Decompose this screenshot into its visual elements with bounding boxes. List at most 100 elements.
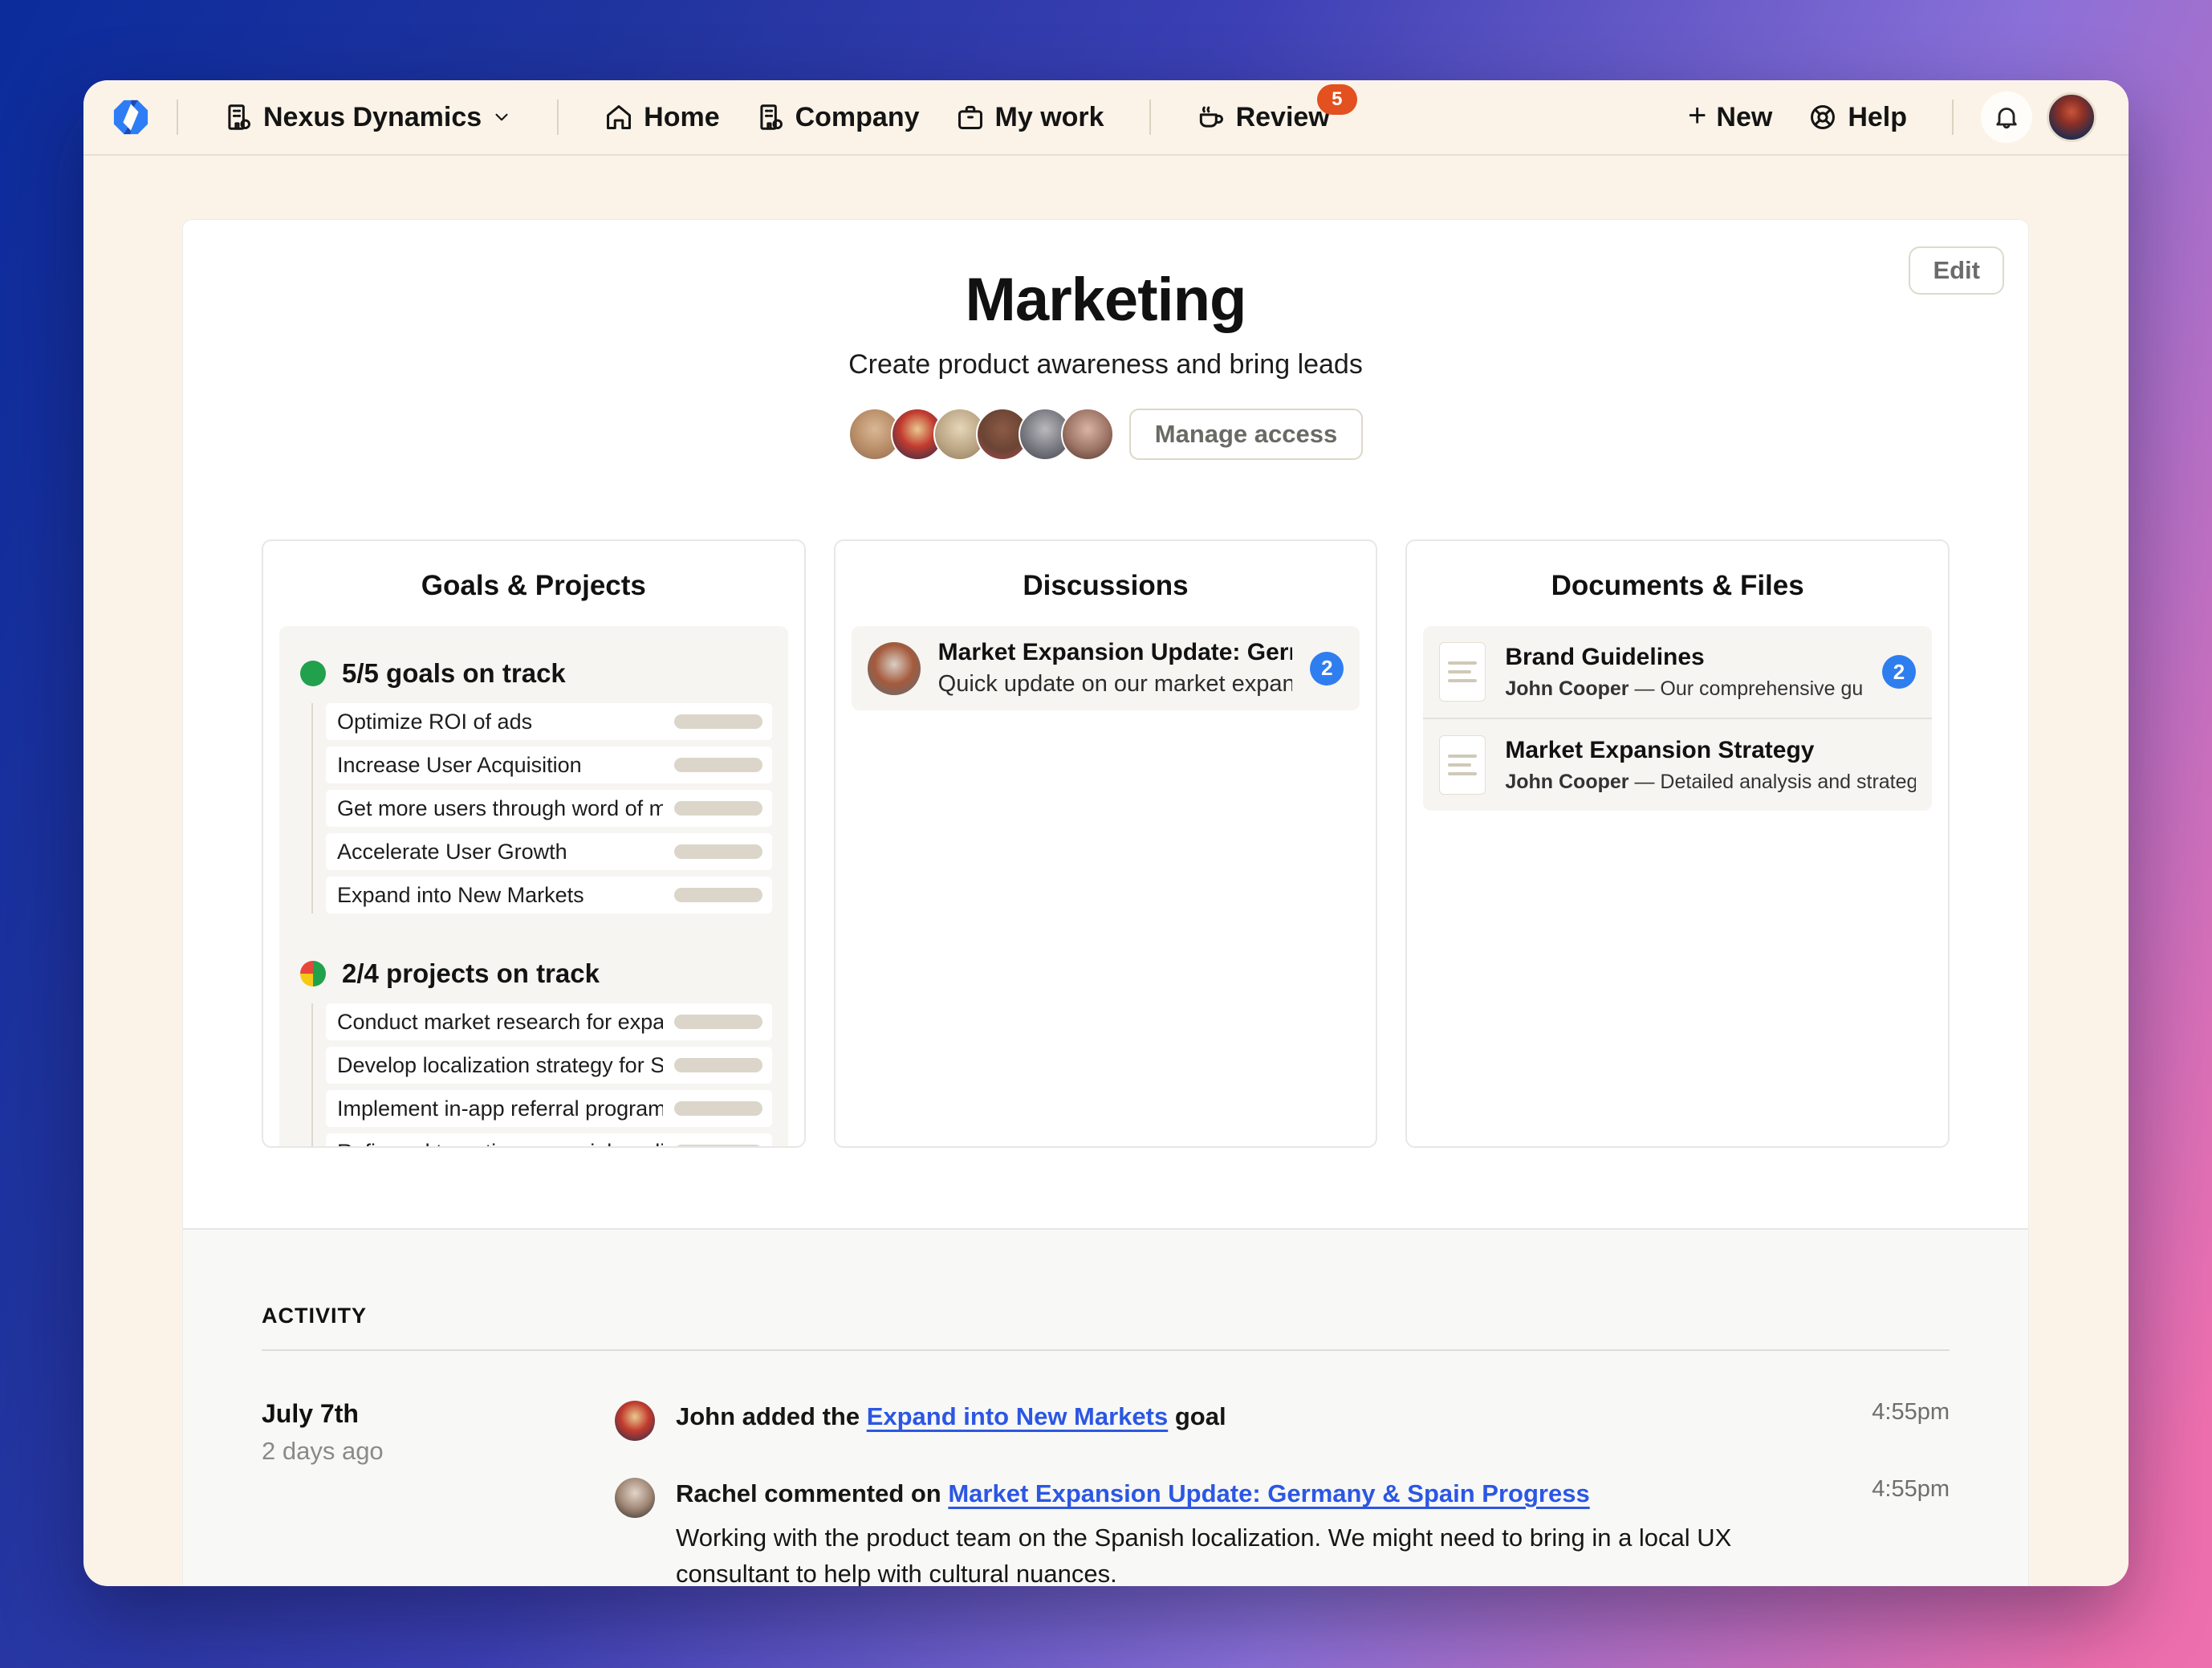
- activity-grid: July 7th 2 days ago John added the Expan…: [262, 1399, 1950, 1586]
- document-title: Brand Guidelines: [1505, 644, 1863, 671]
- section-gap: [295, 913, 772, 947]
- goals-projects-panel[interactable]: Goals & Projects 5/5 goals on track Opti…: [262, 539, 806, 1148]
- chevron-down-icon: [491, 107, 512, 128]
- nav-divider: [1149, 100, 1151, 135]
- project-row[interactable]: Develop localization strategy for Span..…: [326, 1047, 772, 1084]
- document-subtitle: John Cooper — Our comprehensive guide to…: [1505, 677, 1863, 701]
- activity-divider: [262, 1349, 1950, 1351]
- documents-panel[interactable]: Documents & Files Brand Guidelines John …: [1405, 539, 1950, 1148]
- activity-section: ACTIVITY July 7th 2 days ago John added …: [183, 1228, 2028, 1586]
- goal-label: Optimize ROI of ads: [337, 710, 532, 734]
- notifications-button[interactable]: [1981, 92, 2032, 143]
- activity-date: July 7th: [262, 1399, 615, 1429]
- activity-rows: John added the Expand into New Markets g…: [615, 1399, 1950, 1586]
- new-button[interactable]: + New: [1688, 102, 1772, 133]
- goal-row[interactable]: Expand into New Markets: [326, 877, 772, 913]
- building-icon: [223, 102, 254, 132]
- lifebuoy-icon: [1807, 102, 1838, 132]
- discussion-body: Market Expansion Update: Germany & ... Q…: [938, 639, 1293, 698]
- activity-actor-avatar[interactable]: [615, 1401, 655, 1441]
- projects-list: Conduct market research for expansi... D…: [311, 1003, 772, 1148]
- activity-action-prefix: Rachel commented on: [676, 1479, 948, 1507]
- page-subtitle: Create product awareness and bring leads: [848, 349, 1363, 380]
- goal-label: Accelerate User Growth: [337, 840, 567, 865]
- goal-row[interactable]: Get more users through word of mouth: [326, 790, 772, 827]
- company-icon: [755, 102, 786, 132]
- user-avatar[interactable]: [2047, 92, 2096, 142]
- nav-divider: [557, 100, 559, 135]
- project-card: Edit Marketing Create product awareness …: [182, 219, 2029, 1586]
- activity-text: Rachel commented on Market Expansion Upd…: [676, 1476, 1827, 1586]
- page-content: Edit Marketing Create product awareness …: [83, 156, 2129, 1586]
- goal-row[interactable]: Optimize ROI of ads: [326, 703, 772, 740]
- project-hero: Marketing Create product awareness and b…: [183, 220, 2028, 461]
- new-button-label: New: [1716, 102, 1772, 133]
- review-count-badge: 5: [1317, 84, 1357, 115]
- app-logo-icon[interactable]: [112, 99, 149, 136]
- home-icon: [604, 102, 634, 132]
- activity-actor-avatar[interactable]: [615, 1478, 655, 1518]
- activity-date-relative: 2 days ago: [262, 1437, 615, 1466]
- help-button[interactable]: Help: [1807, 102, 1907, 133]
- comment-count-badge: 2: [1310, 652, 1344, 686]
- activity-time: 4:55pm: [1872, 1476, 1950, 1586]
- comment-count-badge: 2: [1882, 655, 1916, 689]
- activity-goal-link[interactable]: Expand into New Markets: [867, 1402, 1169, 1430]
- document-icon: [1439, 735, 1486, 795]
- project-label: Refine ad targeting on social media pl..…: [337, 1140, 663, 1149]
- discussion-item-subtitle: Quick update on our market expansion ...: [938, 671, 1293, 698]
- nav-item-my-work[interactable]: My work: [955, 102, 1104, 133]
- nav-divider: [1952, 100, 1954, 135]
- discussion-item-title: Market Expansion Update: Germany & ...: [938, 639, 1293, 666]
- pie-status-icon: [300, 961, 326, 987]
- edit-button[interactable]: Edit: [1909, 246, 2004, 295]
- discussions-panel[interactable]: Discussions Market Expansion Update: Ger…: [834, 539, 1378, 1148]
- members-row: Manage access: [848, 408, 1363, 461]
- tool-columns: Goals & Projects 5/5 goals on track Opti…: [183, 539, 2028, 1148]
- green-status-dot-icon: [300, 661, 326, 686]
- goal-label: Increase User Acquisition: [337, 753, 582, 778]
- workspace-switcher[interactable]: Nexus Dynamics: [223, 102, 512, 133]
- progress-bar: [674, 888, 762, 902]
- documents-title: Documents & Files: [1423, 570, 1932, 602]
- document-title: Market Expansion Strategy: [1505, 737, 1916, 764]
- goals-list: Optimize ROI of ads Increase User Acquis…: [311, 703, 772, 913]
- coffee-cup-icon: [1196, 102, 1226, 132]
- nav-divider: [177, 100, 178, 135]
- activity-time: 4:55pm: [1872, 1399, 1950, 1441]
- document-desc: — Detailed analysis and strategy for ent…: [1634, 771, 1916, 793]
- nav-company-label: Company: [795, 102, 920, 133]
- goal-row[interactable]: Increase User Acquisition: [326, 747, 772, 783]
- project-row[interactable]: Refine ad targeting on social media pl..…: [326, 1133, 772, 1148]
- project-label: Implement in-app referral program wit...: [337, 1096, 663, 1121]
- activity-discussion-link[interactable]: Market Expansion Update: Germany & Spain…: [948, 1479, 1589, 1507]
- activity-header: ACTIVITY: [262, 1304, 1950, 1328]
- briefcase-icon: [955, 102, 986, 132]
- help-button-label: Help: [1848, 102, 1907, 133]
- manage-access-button[interactable]: Manage access: [1129, 409, 1363, 460]
- document-row[interactable]: Market Expansion Strategy John Cooper — …: [1423, 718, 1932, 811]
- document-row[interactable]: Brand Guidelines John Cooper — Our compr…: [1423, 626, 1932, 718]
- project-row[interactable]: Implement in-app referral program wit...: [326, 1090, 772, 1127]
- document-body: Brand Guidelines John Cooper — Our compr…: [1505, 644, 1863, 701]
- document-subtitle: John Cooper — Detailed analysis and stra…: [1505, 771, 1916, 794]
- goals-on-track-label: 5/5 goals on track: [342, 658, 566, 689]
- progress-bar: [674, 714, 762, 729]
- goal-label: Get more users through word of mouth: [337, 796, 663, 821]
- goal-row[interactable]: Accelerate User Growth: [326, 833, 772, 870]
- nav-item-company[interactable]: Company: [755, 102, 920, 133]
- document-author: John Cooper: [1505, 771, 1629, 793]
- nav-item-review[interactable]: Review 5: [1196, 102, 1330, 133]
- discussion-item[interactable]: Market Expansion Update: Germany & ... Q…: [852, 626, 1360, 710]
- member-avatar[interactable]: [1061, 408, 1114, 461]
- activity-row: Rachel commented on Market Expansion Upd…: [615, 1476, 1950, 1586]
- progress-bar: [674, 1101, 762, 1116]
- bell-icon: [1992, 103, 2021, 132]
- activity-action-suffix: goal: [1168, 1402, 1226, 1430]
- app-window: Nexus Dynamics Home Company: [83, 80, 2129, 1586]
- project-row[interactable]: Conduct market research for expansi...: [326, 1003, 772, 1040]
- goals-section-header: 5/5 goals on track: [300, 658, 772, 689]
- progress-bar: [674, 1145, 762, 1148]
- document-desc: — Our comprehensive guide to mai...: [1634, 677, 1863, 700]
- nav-item-home[interactable]: Home: [604, 102, 719, 133]
